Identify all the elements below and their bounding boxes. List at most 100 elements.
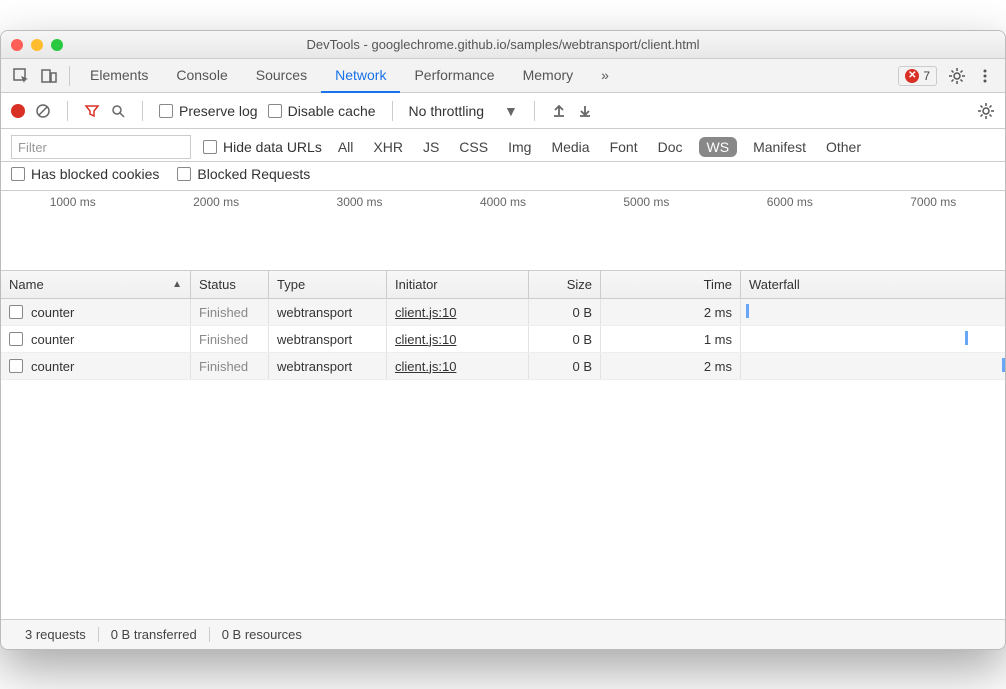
filter-type-other[interactable]: Other [822,137,865,157]
titlebar: DevTools - googlechrome.github.io/sample… [1,31,1005,59]
column-type-label: Type [277,277,305,292]
status-requests: 3 requests [13,627,99,642]
tab-elements[interactable]: Elements [76,59,162,93]
table-row[interactable]: counterFinishedwebtransportclient.js:100… [1,299,1005,326]
filter-type-all[interactable]: All [334,137,358,157]
network-settings-gear-icon[interactable] [977,102,995,120]
row-checkbox[interactable] [9,332,23,346]
tab-console[interactable]: Console [162,59,241,93]
blocked-requests-checkbox[interactable]: Blocked Requests [177,166,310,182]
column-type[interactable]: Type [269,271,387,298]
more-menu-icon[interactable] [971,62,999,90]
cell-size: 0 B [529,326,601,352]
error-count: 7 [923,69,930,83]
table-row[interactable]: counterFinishedwebtransportclient.js:100… [1,326,1005,353]
tabs-overflow-button[interactable]: » [587,59,623,93]
inspect-element-icon[interactable] [7,62,35,90]
timeline-tick: 2000 ms [193,195,239,209]
hide-data-urls-checkbox[interactable]: Hide data URLs [203,139,322,155]
filter-type-media[interactable]: Media [547,137,593,157]
throttling-select[interactable]: No throttling ▼ [409,103,518,119]
column-name[interactable]: Name ▲ [1,271,191,298]
column-status-label: Status [199,277,236,292]
settings-gear-icon[interactable] [943,62,971,90]
filter-type-img[interactable]: Img [504,137,535,157]
cell-time: 2 ms [601,353,741,379]
preserve-log-label: Preserve log [179,103,258,119]
filter-input[interactable] [11,135,191,159]
zoom-window-button[interactable] [51,39,63,51]
column-size[interactable]: Size [529,271,601,298]
filter-type-font[interactable]: Font [606,137,642,157]
cell-status: Finished [191,353,269,379]
error-count-badge[interactable]: ✕ 7 [898,66,937,86]
row-checkbox[interactable] [9,359,23,373]
cell-name: counter [1,326,191,352]
tab-memory[interactable]: Memory [509,59,588,93]
cell-name: counter [1,353,191,379]
preserve-log-checkbox[interactable]: Preserve log [159,103,258,119]
filter-type-css[interactable]: CSS [455,137,492,157]
cell-initiator: client.js:10 [387,326,529,352]
device-toolbar-icon[interactable] [35,62,63,90]
column-initiator[interactable]: Initiator [387,271,529,298]
request-name: counter [31,359,74,374]
cell-waterfall [741,299,1005,325]
disable-cache-checkbox[interactable]: Disable cache [268,103,376,119]
download-har-icon[interactable] [577,103,593,119]
initiator-link[interactable]: client.js:10 [395,359,456,374]
record-button[interactable] [11,104,25,118]
cell-size: 0 B [529,299,601,325]
timeline-overview[interactable]: 1000 ms2000 ms3000 ms4000 ms5000 ms6000 … [1,191,1005,271]
column-status[interactable]: Status [191,271,269,298]
throttling-value: No throttling [409,103,484,119]
cell-initiator: client.js:10 [387,353,529,379]
column-time-label: Time [704,277,732,292]
filter-type-ws[interactable]: WS [699,137,738,157]
timeline-tick: 5000 ms [623,195,669,209]
cell-type: webtransport [269,299,387,325]
column-initiator-label: Initiator [395,277,438,292]
traffic-lights [11,39,63,51]
tab-sources[interactable]: Sources [242,59,321,93]
upload-har-icon[interactable] [551,103,567,119]
row-checkbox[interactable] [9,305,23,319]
filter-type-xhr[interactable]: XHR [369,137,407,157]
cell-time: 1 ms [601,326,741,352]
minimize-window-button[interactable] [31,39,43,51]
network-toolbar: Preserve log Disable cache No throttling… [1,93,1005,129]
search-icon[interactable] [110,103,126,119]
divider [69,66,70,86]
timeline-tick: 1000 ms [50,195,96,209]
initiator-link[interactable]: client.js:10 [395,305,456,320]
filter-funnel-icon[interactable] [84,103,100,119]
request-name: counter [31,332,74,347]
column-name-label: Name [9,277,44,292]
window-title: DevTools - googlechrome.github.io/sample… [11,37,995,52]
status-resources: 0 B resources [210,627,314,642]
tab-network[interactable]: Network [321,59,400,93]
tab-performance[interactable]: Performance [400,59,508,93]
cell-status: Finished [191,326,269,352]
close-window-button[interactable] [11,39,23,51]
table-row[interactable]: counterFinishedwebtransportclient.js:100… [1,353,1005,380]
filter-type-js[interactable]: JS [419,137,443,157]
disable-cache-label: Disable cache [288,103,376,119]
column-waterfall-label: Waterfall [749,277,800,292]
request-name: counter [31,305,74,320]
divider [392,101,393,121]
cell-waterfall [741,353,1005,379]
column-waterfall[interactable]: Waterfall [741,271,1005,298]
clear-icon[interactable] [35,103,51,119]
initiator-link[interactable]: client.js:10 [395,332,456,347]
filter-type-manifest[interactable]: Manifest [749,137,810,157]
request-table-body: counterFinishedwebtransportclient.js:100… [1,299,1005,619]
blocked-requests-label: Blocked Requests [197,166,310,182]
cell-name: counter [1,299,191,325]
sort-asc-icon: ▲ [172,279,182,290]
cell-waterfall [741,326,1005,352]
column-time[interactable]: Time [601,271,741,298]
error-icon: ✕ [905,69,919,83]
has-blocked-cookies-checkbox[interactable]: Has blocked cookies [11,166,159,182]
filter-type-doc[interactable]: Doc [654,137,687,157]
